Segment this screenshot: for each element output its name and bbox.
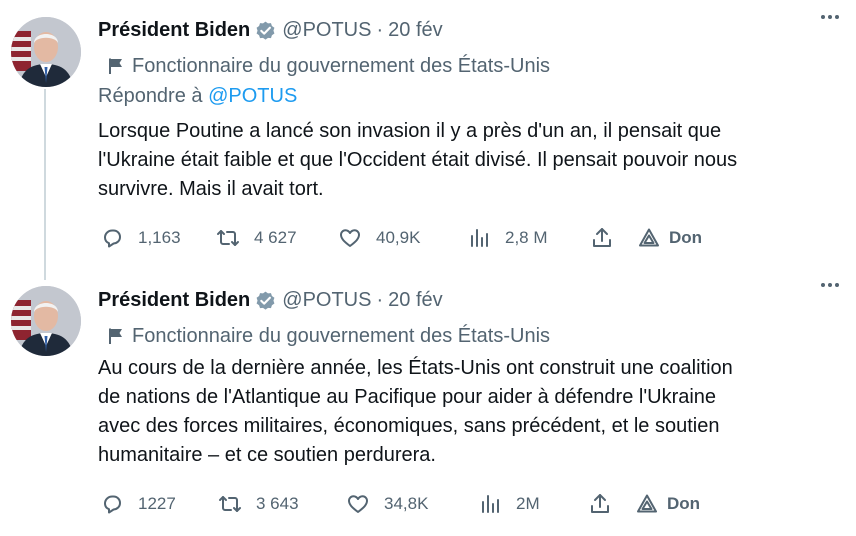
share-icon xyxy=(591,494,609,513)
reply-icon xyxy=(104,229,121,248)
reply-count: 1227 xyxy=(138,494,176,513)
tweet-actions: 1,163 4 627 40,9K 2,8 M Don xyxy=(98,223,738,253)
share-button[interactable] xyxy=(590,223,614,253)
donate-button[interactable]: Don xyxy=(637,223,702,253)
author-name[interactable]: Président Biden xyxy=(98,289,250,312)
separator-dot: · xyxy=(376,288,384,311)
tweet-actions: 1227 3 643 34,8K 2M Don xyxy=(98,489,738,519)
heart-icon xyxy=(340,229,360,247)
tweet-date[interactable]: 20 fév xyxy=(388,289,442,312)
donate-label: Don xyxy=(667,494,701,513)
donate-label: Don xyxy=(669,228,703,247)
like-button[interactable]: 40,9K xyxy=(338,223,420,253)
author-handle[interactable]: @POTUS xyxy=(282,19,371,42)
views-count: 2,8 M xyxy=(505,228,548,247)
views-count: 2M xyxy=(516,494,540,513)
tweet-text: Au cours de la dernière année, les États… xyxy=(98,357,733,466)
retweet-icon xyxy=(219,496,241,512)
author-name[interactable]: Président Biden xyxy=(98,19,250,42)
flag-icon xyxy=(109,58,122,74)
donate-button[interactable]: Don xyxy=(635,489,700,519)
reply-handle-link[interactable]: @POTUS xyxy=(208,85,297,107)
author-handle[interactable]: @POTUS xyxy=(282,289,371,312)
retweet-icon xyxy=(217,230,239,246)
verified-badge-icon[interactable] xyxy=(254,19,277,42)
avatar[interactable] xyxy=(11,17,81,87)
tweet[interactable]: Président Biden @POTUS · 20 fév Fonction… xyxy=(0,268,856,536)
views-button[interactable]: 2,8 M xyxy=(467,223,548,253)
reply-context: Répondre à @POTUS xyxy=(98,85,836,113)
separator-dot: · xyxy=(376,18,384,41)
affiliation-label[interactable]: Fonctionnaire du gouvernement des États-… xyxy=(98,51,836,81)
affiliation-label[interactable]: Fonctionnaire du gouvernement des États-… xyxy=(98,321,836,351)
verified-badge-icon[interactable] xyxy=(254,289,277,312)
views-icon xyxy=(471,229,488,247)
donate-icon xyxy=(639,228,659,247)
like-button[interactable]: 34,8K xyxy=(346,489,428,519)
thread-connector-line xyxy=(44,89,46,280)
reply-prefix: Répondre à xyxy=(98,85,209,107)
avatar[interactable] xyxy=(11,286,81,356)
more-options-icon[interactable] xyxy=(814,4,846,30)
tweet-date[interactable]: 20 fév xyxy=(388,19,442,42)
affiliation-text: Fonctionnaire du gouvernement des États-… xyxy=(132,54,551,77)
like-count: 34,8K xyxy=(384,494,429,513)
views-button[interactable]: 2M xyxy=(478,489,540,519)
views-icon xyxy=(482,495,499,513)
retweet-button[interactable]: 4 627 xyxy=(216,223,297,253)
retweet-count: 3 643 xyxy=(256,494,299,513)
heart-icon xyxy=(348,495,368,513)
affiliation-text: Fonctionnaire du gouvernement des États-… xyxy=(132,324,551,347)
tweet-content: Président Biden @POTUS · 20 fév Fonction… xyxy=(98,16,836,204)
reply-button[interactable]: 1,163 xyxy=(100,223,181,253)
flag-icon xyxy=(109,328,122,344)
tweet[interactable]: Président Biden @POTUS · 20 fév Fonction… xyxy=(0,0,856,280)
donate-icon xyxy=(637,494,657,513)
share-icon xyxy=(593,228,611,247)
tweet-header: Président Biden @POTUS · 20 fév xyxy=(98,16,836,44)
reply-button[interactable]: 1227 xyxy=(100,489,176,519)
like-count: 40,9K xyxy=(376,228,421,247)
tweet-header: Président Biden @POTUS · 20 fév xyxy=(98,286,836,314)
retweet-count: 4 627 xyxy=(254,228,297,247)
retweet-button[interactable]: 3 643 xyxy=(218,489,299,519)
more-options-icon[interactable] xyxy=(814,272,846,298)
reply-icon xyxy=(104,495,121,514)
tweet-content: Président Biden @POTUS · 20 fév Fonction… xyxy=(98,286,836,470)
share-button[interactable] xyxy=(588,489,612,519)
tweet-text: Lorsque Poutine a lancé son invasion il … xyxy=(98,120,738,200)
reply-count: 1,163 xyxy=(138,228,181,247)
